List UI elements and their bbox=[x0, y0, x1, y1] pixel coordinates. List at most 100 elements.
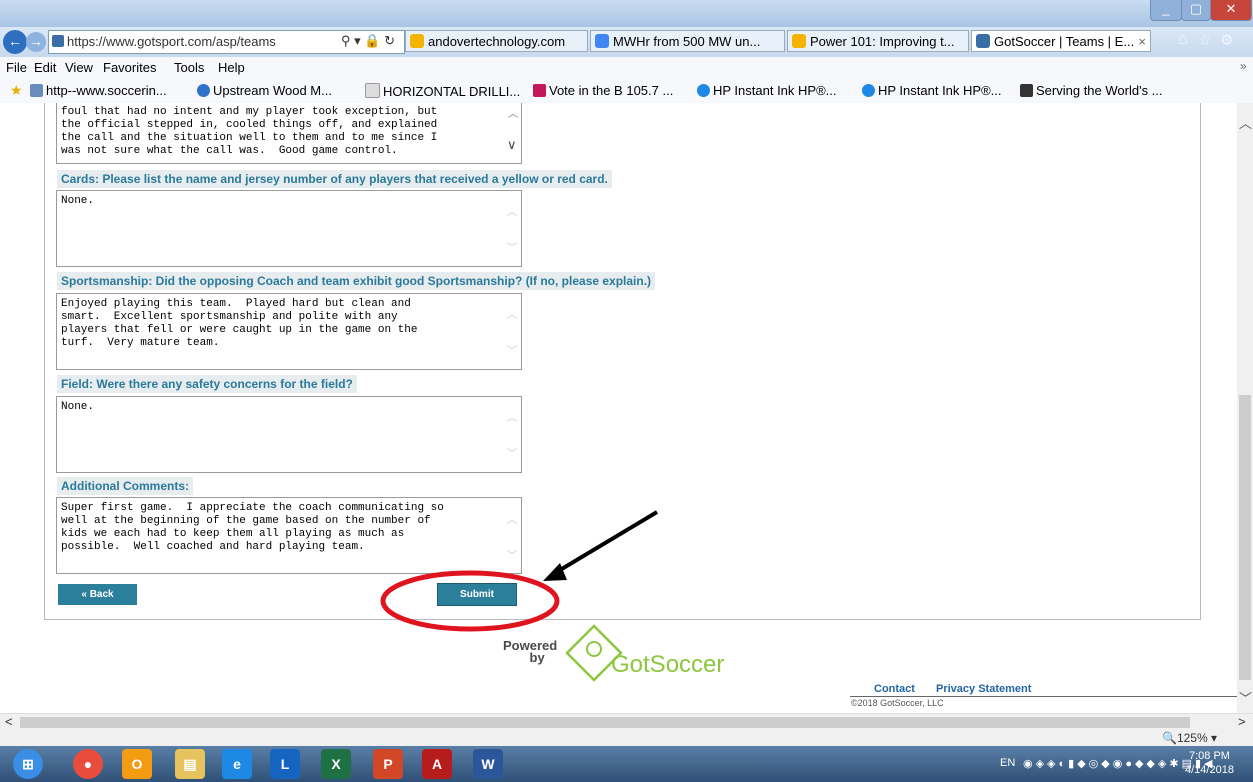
fav-item-soccerin[interactable]: http--www.soccerin... bbox=[30, 83, 167, 98]
textarea-scroll-up-icon[interactable]: ︿ bbox=[507, 203, 1231, 218]
tab-power-101[interactable]: Power 101: Improving t... bbox=[787, 30, 969, 52]
chrome-icon[interactable]: ● bbox=[73, 749, 103, 779]
textarea-scroll-up-icon[interactable]: ︿ bbox=[508, 105, 1231, 120]
google-icon bbox=[595, 34, 609, 48]
menu-view[interactable]: View bbox=[65, 60, 93, 75]
previous-answer-textarea[interactable]: foul that had no intent and my player to… bbox=[56, 103, 522, 164]
vertical-scrollbar[interactable]: ︿ ﹀ bbox=[1237, 103, 1253, 713]
fav-item-vote[interactable]: Vote in the B 105.7 ... bbox=[533, 83, 673, 98]
address-url: https://www.gotsport.com/asp/teams bbox=[67, 34, 276, 49]
minimize-button[interactable]: _ bbox=[1150, 0, 1182, 21]
clock-date: 4/14/2018 bbox=[1185, 764, 1234, 776]
clock[interactable]: 7:08 PM 4/14/2018 bbox=[1185, 749, 1234, 777]
arrow-annotation bbox=[553, 510, 659, 575]
contact-link[interactable]: Contact bbox=[874, 683, 915, 695]
fav-label: http--www.soccerin... bbox=[46, 83, 167, 98]
fav-label: HP Instant Ink HP®... bbox=[713, 83, 837, 98]
forward-nav-button[interactable]: → bbox=[26, 32, 46, 52]
annotation-overlay bbox=[380, 510, 659, 632]
tab-label: MWHr from 500 MW un... bbox=[613, 34, 761, 49]
tab-close-icon[interactable]: × bbox=[1138, 31, 1146, 51]
address-field[interactable]: https://www.gotsport.com/asp/teams ⚲ ▾ 🔒… bbox=[48, 30, 405, 54]
windows-taskbar: ⊞ ● O ▤ e L X P A W EN ◉◈◈◐▮◆◎◆◉●◆◆◈✱▤▮◀… bbox=[0, 746, 1253, 782]
zoom-value: 125% bbox=[1176, 731, 1208, 745]
red-circle-annotation bbox=[380, 570, 560, 632]
window-title-bar: _ ▢ ✕ bbox=[0, 0, 1253, 27]
favorites-star-icon[interactable]: ☆ bbox=[1198, 31, 1211, 49]
language-indicator[interactable]: EN bbox=[1000, 757, 1015, 769]
horizontal-scrollbar[interactable]: < > bbox=[0, 713, 1253, 731]
excel-icon[interactable]: X bbox=[321, 749, 351, 779]
menu-favorites[interactable]: Favorites bbox=[103, 60, 156, 75]
textarea-scroll-down-icon[interactable]: ﹀ bbox=[507, 342, 1231, 357]
field-textarea[interactable]: None. bbox=[56, 396, 522, 473]
fav-item-horizontal[interactable]: HORIZONTAL DRILLI... bbox=[365, 83, 520, 99]
scroll-left-icon[interactable]: < bbox=[5, 714, 13, 729]
page-viewport: foul that had no intent and my player to… bbox=[0, 103, 1237, 713]
close-window-button[interactable]: ✕ bbox=[1210, 0, 1252, 21]
acrobat-icon[interactable]: A bbox=[422, 749, 452, 779]
zoom-icon: 🔍 bbox=[1162, 731, 1177, 745]
powerpoint-icon[interactable]: P bbox=[373, 749, 403, 779]
menu-tools[interactable]: Tools bbox=[174, 60, 204, 75]
tab-label: andovertechnology.com bbox=[428, 34, 566, 49]
hscroll-thumb[interactable] bbox=[20, 717, 1190, 728]
maximize-button[interactable]: ▢ bbox=[1181, 0, 1211, 21]
search-icon[interactable]: ⚲ ▾ 🔒 ↻ bbox=[341, 33, 395, 49]
chevron-right-icon[interactable]: » bbox=[1240, 59, 1247, 73]
textarea-scroll-down-icon[interactable]: ﹀ bbox=[507, 445, 1231, 460]
textarea-scroll-down-icon[interactable]: ∨ bbox=[507, 137, 1231, 153]
hp-icon bbox=[862, 84, 875, 97]
site-favicon-icon bbox=[52, 35, 64, 47]
menu-file[interactable]: File bbox=[6, 60, 27, 75]
menu-help[interactable]: Help bbox=[218, 60, 245, 75]
start-button-icon[interactable]: ⊞ bbox=[13, 749, 43, 779]
back-button[interactable]: « Back bbox=[58, 584, 137, 605]
privacy-link[interactable]: Privacy Statement bbox=[936, 683, 1031, 695]
page-icon bbox=[365, 83, 380, 98]
back-nav-button[interactable]: ← bbox=[3, 30, 27, 54]
clock-time: 7:08 PM bbox=[1188, 750, 1230, 762]
favorites-star-icon[interactable]: ★ bbox=[10, 82, 23, 99]
menu-edit[interactable]: Edit bbox=[34, 60, 56, 75]
fav-item-hp-2[interactable]: HP Instant Ink HP®... bbox=[862, 83, 1002, 98]
file-explorer-icon[interactable]: ▤ bbox=[175, 749, 205, 779]
fav-label: Serving the World's ... bbox=[1036, 83, 1163, 98]
outlook-icon[interactable]: O bbox=[122, 749, 152, 779]
fav-label: HORIZONTAL DRILLI... bbox=[383, 84, 521, 99]
question-label-field: Field: Were there any safety concerns fo… bbox=[57, 375, 357, 393]
scroll-right-icon[interactable]: > bbox=[1238, 714, 1246, 729]
fav-item-serving[interactable]: Serving the World's ... bbox=[1020, 83, 1163, 98]
tab-mwhr[interactable]: MWHr from 500 MW un... bbox=[590, 30, 785, 52]
footer-divider bbox=[850, 696, 1237, 697]
textarea-scroll-up-icon[interactable]: ︿ bbox=[507, 306, 1231, 321]
ie-page-icon bbox=[410, 34, 424, 48]
sportsmanship-textarea[interactable]: Enjoyed playing this team. Played hard b… bbox=[56, 293, 522, 370]
zoom-level[interactable]: 🔍125% ▾ bbox=[1162, 731, 1217, 745]
scroll-thumb[interactable] bbox=[1239, 395, 1251, 680]
address-bar-row: ← → https://www.gotsport.com/asp/teams ⚲… bbox=[0, 27, 1253, 58]
settings-gear-icon[interactable]: ⚙ bbox=[1220, 31, 1233, 49]
favorites-bar: ★ http--www.soccerin... Upstream Wood M.… bbox=[0, 79, 1253, 104]
powered-by-label: Powered by bbox=[503, 639, 557, 664]
internet-explorer-icon[interactable]: e bbox=[222, 749, 252, 779]
question-label-cards: Cards: Please list the name and jersey n… bbox=[57, 170, 612, 188]
textarea-scroll-down-icon[interactable]: ﹀ bbox=[507, 239, 1231, 254]
word-icon[interactable]: W bbox=[473, 749, 503, 779]
home-icon[interactable]: ⌂ bbox=[1178, 31, 1188, 49]
fav-item-upstream[interactable]: Upstream Wood M... bbox=[197, 83, 332, 98]
tab-andovertechnology[interactable]: andovertechnology.com bbox=[405, 30, 588, 52]
fav-item-hp-1[interactable]: HP Instant Ink HP®... bbox=[697, 83, 837, 98]
scroll-up-icon[interactable]: ︿ bbox=[1239, 113, 1252, 132]
menu-bar: File Edit View Favorites Tools Help » bbox=[0, 57, 1253, 79]
ie-page-icon bbox=[792, 34, 806, 48]
textarea-scroll-up-icon[interactable]: ︿ bbox=[507, 409, 1231, 424]
question-label-comments: Additional Comments: bbox=[57, 477, 193, 495]
lync-icon[interactable]: L bbox=[270, 749, 300, 779]
globe-icon bbox=[197, 84, 210, 97]
scroll-down-icon[interactable]: ﹀ bbox=[1239, 688, 1252, 707]
tab-gotsoccer[interactable]: GotSoccer | Teams | E... × bbox=[971, 30, 1151, 52]
cards-textarea[interactable]: None. bbox=[56, 190, 522, 267]
b105-icon bbox=[533, 84, 546, 97]
status-bar: 🔍125% ▾ bbox=[0, 730, 1253, 746]
